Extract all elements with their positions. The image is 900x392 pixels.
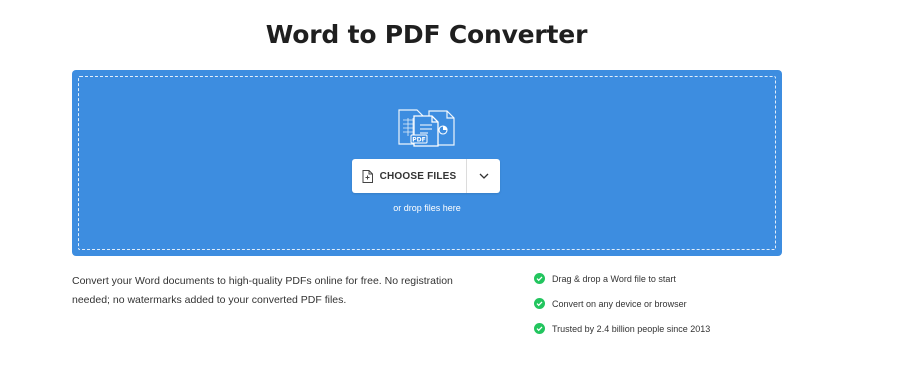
feature-item: Drag & drop a Word file to start (534, 272, 794, 285)
feature-item: Trusted by 2.4 billion people since 2013 (534, 322, 794, 335)
svg-text:PDF: PDF (412, 137, 425, 144)
choose-files-group: CHOOSE FILES (352, 159, 500, 193)
chevron-down-icon (479, 173, 488, 179)
feature-text: Trusted by 2.4 billion people since 2013 (552, 323, 711, 334)
feature-list: Drag & drop a Word file to start Convert… (534, 272, 794, 347)
check-circle-icon (534, 273, 545, 284)
feature-text: Drag & drop a Word file to start (552, 273, 676, 284)
feature-text: Convert on any device or browser (552, 298, 687, 309)
choose-files-button[interactable]: CHOOSE FILES (352, 159, 466, 193)
choose-files-label: CHOOSE FILES (379, 170, 457, 182)
feature-item: Convert on any device or browser (534, 297, 794, 310)
upload-source-dropdown[interactable] (467, 159, 500, 193)
check-circle-icon (534, 323, 545, 334)
check-circle-icon (534, 298, 545, 309)
word-to-pdf-documents-icon: PDF (398, 109, 455, 147)
file-dropzone[interactable]: PDF CHOOSE FILES or drop files here (72, 70, 782, 256)
drop-files-hint: or drop files here (393, 203, 461, 213)
page-title: Word to PDF Converter (265, 20, 588, 49)
tool-description: Convert your Word documents to high-qual… (72, 275, 453, 306)
file-plus-icon (362, 169, 373, 183)
